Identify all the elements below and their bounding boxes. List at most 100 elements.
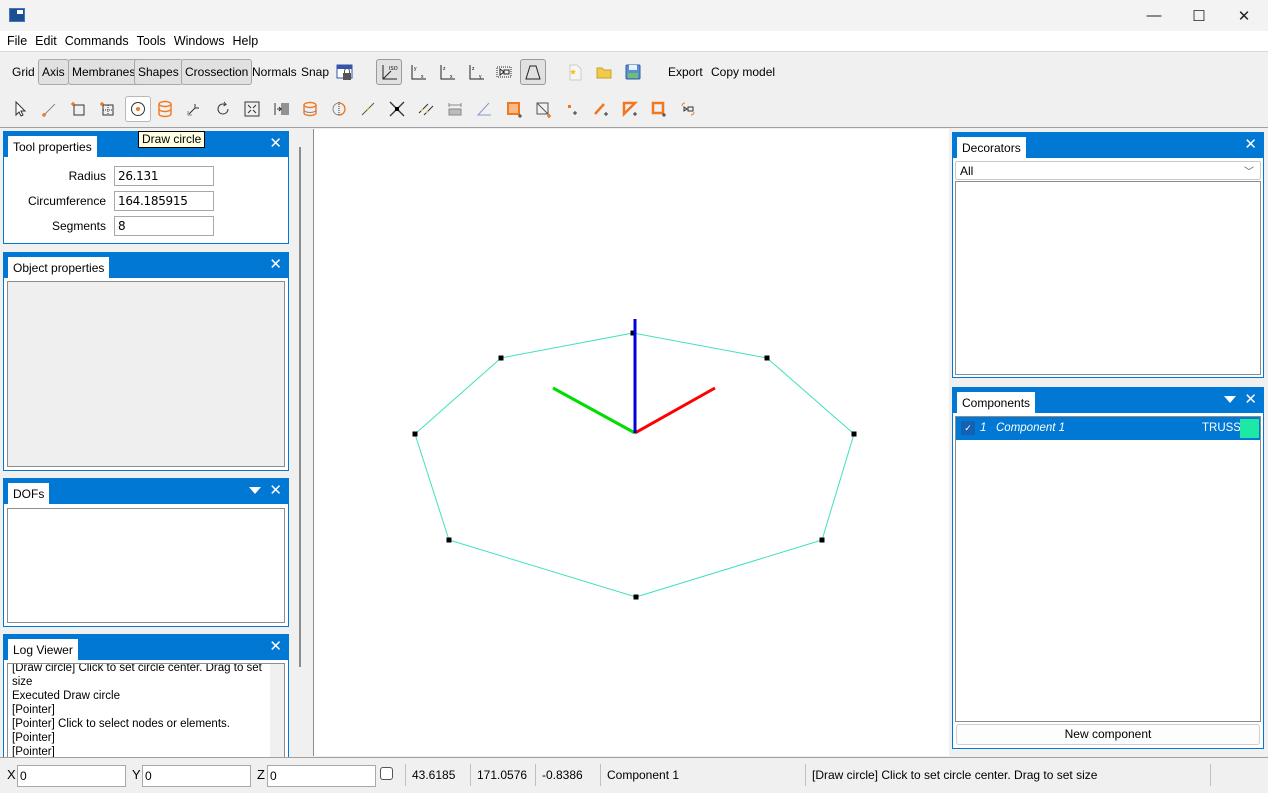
zoom-fit-button[interactable] xyxy=(492,60,516,84)
menu-tools[interactable]: Tools xyxy=(133,34,170,48)
tool-parallel-button[interactable] xyxy=(414,97,438,121)
toggle-membranes[interactable]: Membranes xyxy=(68,59,140,85)
close-icon[interactable]: ✕ xyxy=(269,482,282,500)
close-icon[interactable]: ✕ xyxy=(1244,391,1257,409)
component-visible-checkbox[interactable]: ✓ xyxy=(961,421,975,435)
tool-angle-button[interactable] xyxy=(472,97,496,121)
radius-label: Radius xyxy=(68,169,106,183)
lock-view-button[interactable] xyxy=(333,60,357,84)
line-segment-icon xyxy=(361,102,375,116)
copy-model-button[interactable]: Copy model xyxy=(707,59,779,85)
panel-menu-icon[interactable] xyxy=(249,487,261,494)
tool-draw-grid-button[interactable] xyxy=(95,97,119,121)
tool-scale-button[interactable] xyxy=(240,97,264,121)
close-icon[interactable]: ✕ xyxy=(1244,136,1257,154)
decorators-filter-select[interactable]: All ﹀ xyxy=(955,161,1261,180)
3d-viewport[interactable] xyxy=(313,129,949,756)
divider xyxy=(600,764,601,786)
perspective-button[interactable] xyxy=(520,59,546,85)
component-row[interactable]: ✓ 1 Component 1 TRUSS xyxy=(956,417,1260,440)
add-triangle-icon xyxy=(622,101,639,118)
tool-draw-circle-button[interactable] xyxy=(125,96,151,122)
toggle-normals[interactable]: Normals xyxy=(248,59,301,85)
tool-draw-rectangle-button[interactable] xyxy=(66,97,90,121)
save-button[interactable] xyxy=(621,60,645,84)
zoom-fit-icon xyxy=(496,66,512,78)
x-input[interactable]: 0 xyxy=(17,765,126,787)
menu-help[interactable]: Help xyxy=(229,34,263,48)
radius-input[interactable]: 26.131 xyxy=(114,166,214,186)
tool-add-triangle-button[interactable] xyxy=(618,97,642,121)
maximize-button[interactable]: ☐ xyxy=(1176,0,1222,31)
tool-select-region-button[interactable] xyxy=(676,97,700,121)
close-window-button[interactable]: ✕ xyxy=(1221,0,1267,31)
menu-windows[interactable]: Windows xyxy=(170,34,229,48)
panel-tab[interactable]: DOFs xyxy=(8,483,50,504)
tool-add-quad-button[interactable] xyxy=(647,97,671,121)
menu-file[interactable]: File xyxy=(3,34,31,48)
node[interactable] xyxy=(819,537,825,543)
coordinate-checkbox[interactable] xyxy=(380,767,393,780)
log-scrollbar[interactable] xyxy=(270,664,284,757)
menu-commands[interactable]: Commands xyxy=(61,34,133,48)
component-color-swatch[interactable] xyxy=(1240,419,1259,438)
node[interactable] xyxy=(851,431,857,437)
tool-intersect-button[interactable] xyxy=(385,97,409,121)
toggle-crossection[interactable]: Crossection xyxy=(181,59,253,85)
node[interactable] xyxy=(446,537,452,543)
tool-draw-line-button[interactable] xyxy=(37,97,61,121)
node[interactable] xyxy=(412,431,418,437)
tool-add-node-button[interactable] xyxy=(560,97,584,121)
tool-dimension-button[interactable] xyxy=(443,97,467,121)
tool-add-rect-node-button[interactable] xyxy=(531,97,555,121)
view-iso-button[interactable]: ISO xyxy=(376,59,402,85)
close-icon[interactable]: ✕ xyxy=(269,638,282,656)
circumference-input[interactable]: 164.185915 xyxy=(114,191,214,211)
viewport-canvas[interactable] xyxy=(314,129,950,756)
node[interactable] xyxy=(764,355,770,361)
tool-array-button[interactable] xyxy=(269,97,293,121)
toggle-snap[interactable]: Snap xyxy=(297,59,333,85)
left-dock-scroll-area xyxy=(292,129,309,756)
tooltip: Draw circle xyxy=(138,131,206,148)
toggle-axis[interactable]: Axis xyxy=(38,59,69,85)
app-icon xyxy=(9,8,25,22)
menu-edit[interactable]: Edit xyxy=(31,34,61,48)
close-icon[interactable]: ✕ xyxy=(269,256,282,274)
panel-tab[interactable]: Object properties xyxy=(8,257,110,278)
new-component-button[interactable]: New component xyxy=(956,724,1260,745)
view-xz-button[interactable]: zx xyxy=(435,60,459,84)
new-file-button[interactable] xyxy=(563,60,587,84)
tool-rotate-button[interactable] xyxy=(211,97,235,121)
export-button[interactable]: Export xyxy=(664,59,707,85)
tool-draw-cylinder-button[interactable] xyxy=(153,97,177,121)
tool-line-segment-button[interactable] xyxy=(356,97,380,121)
tool-pointer-button[interactable] xyxy=(8,97,32,121)
left-dock-scrollbar[interactable] xyxy=(299,147,301,667)
toggle-shapes[interactable]: Shapes xyxy=(134,59,183,85)
panel-tab[interactable]: Decorators xyxy=(957,137,1026,158)
tool-crossection-button[interactable] xyxy=(298,97,322,121)
toggle-grid[interactable]: Grid xyxy=(8,59,39,85)
lock-view-icon xyxy=(336,64,353,80)
split-icon xyxy=(332,102,346,116)
shape-edge xyxy=(500,332,634,359)
panel-tab[interactable]: Tool properties xyxy=(8,136,97,157)
panel-tab[interactable]: Log Viewer xyxy=(8,639,78,660)
open-button[interactable] xyxy=(592,60,616,84)
z-input[interactable]: 0 xyxy=(267,765,376,787)
panel-tab[interactable]: Components xyxy=(957,392,1036,413)
tool-add-line-button[interactable] xyxy=(589,97,613,121)
node[interactable] xyxy=(498,355,504,361)
node[interactable] xyxy=(633,594,639,600)
tool-move-button[interactable] xyxy=(182,97,206,121)
tool-split-button[interactable] xyxy=(327,97,351,121)
panel-menu-icon[interactable] xyxy=(1224,396,1236,403)
view-yz-button[interactable]: zy xyxy=(464,60,488,84)
close-icon[interactable]: ✕ xyxy=(269,135,282,153)
y-input[interactable]: 0 xyxy=(142,765,251,787)
segments-input[interactable]: 8 xyxy=(114,216,214,236)
view-xy-button[interactable]: yx xyxy=(406,60,430,84)
tool-add-shell-button[interactable] xyxy=(502,97,526,121)
minimize-button[interactable]: — xyxy=(1131,0,1177,31)
